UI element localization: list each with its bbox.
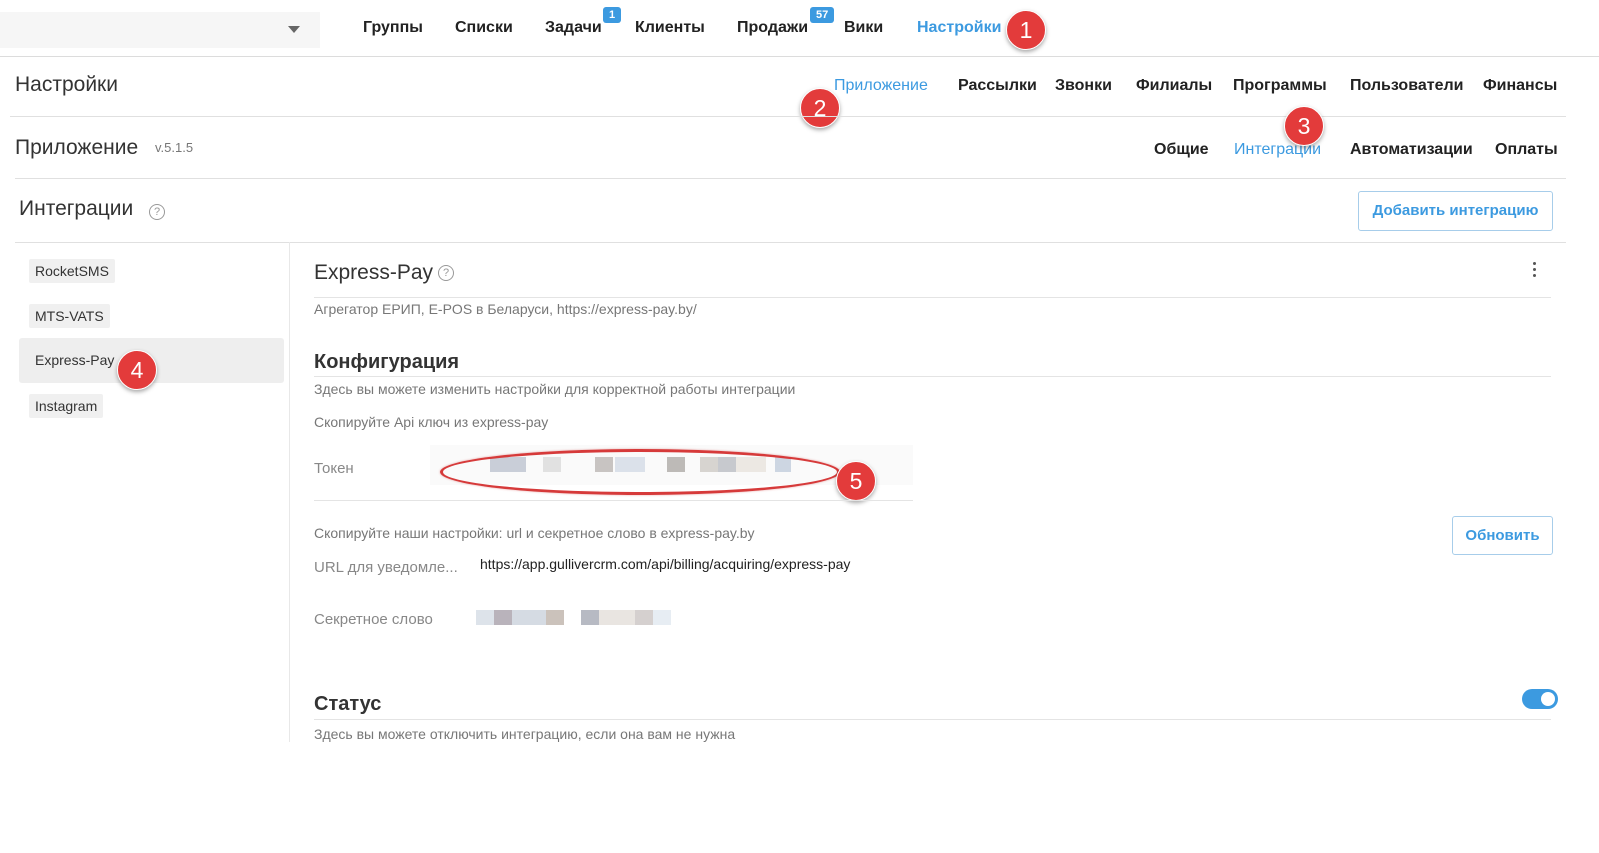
add-integration-button[interactable]: Добавить интеграцию (1358, 191, 1553, 231)
blurred-value (599, 610, 635, 625)
url-value[interactable]: https://app.gullivercrm.com/api/billing/… (480, 556, 850, 572)
panel-divider (289, 242, 290, 742)
subnav-finance[interactable]: Финансы (1483, 77, 1557, 95)
config-title: Конфигурация (314, 351, 460, 373)
divider (15, 242, 1566, 243)
refresh-button[interactable]: Обновить (1452, 516, 1553, 555)
divider (314, 719, 1551, 720)
blurred-value (581, 610, 599, 625)
integration-item-mts-vats[interactable]: MTS-VATS (29, 304, 110, 328)
tab-payments[interactable]: Оплаты (1495, 141, 1558, 159)
url-label: URL для уведомле... (314, 559, 458, 576)
subnav-branches[interactable]: Филиалы (1136, 77, 1212, 95)
section-title: Приложение (15, 136, 139, 159)
tab-general[interactable]: Общие (1154, 141, 1209, 159)
annotation-marker-3: 3 (1284, 106, 1324, 146)
version-label: v.5.1.5 (155, 140, 194, 155)
nav-sales[interactable]: Продажи (737, 19, 808, 37)
annotation-highlight-oval (440, 449, 840, 495)
integration-item-instagram[interactable]: Instagram (29, 394, 104, 418)
subnav-programs[interactable]: Программы (1233, 77, 1327, 95)
page-title: Настройки (15, 73, 118, 96)
blurred-value (635, 610, 653, 625)
integration-title: Express-Pay (314, 261, 434, 284)
blurred-value (546, 610, 564, 625)
blurred-value (512, 610, 546, 625)
nav-tasks[interactable]: Задачи (545, 19, 602, 37)
help-icon[interactable]: ? (149, 204, 165, 220)
secret-word-label: Секретное слово (314, 611, 433, 628)
chevron-down-icon[interactable] (288, 26, 300, 33)
subnav-mailings[interactable]: Рассылки (958, 77, 1037, 95)
integration-item-express-pay[interactable]: Express-Pay (29, 348, 120, 372)
config-subtitle: Здесь вы можете изменить настройки для к… (314, 381, 796, 397)
blurred-value (476, 610, 494, 625)
tab-automations[interactable]: Автоматизации (1350, 141, 1473, 159)
token-label: Токен (314, 460, 354, 477)
blurred-value (494, 610, 512, 625)
annotation-marker-2: 2 (800, 88, 840, 128)
annotation-marker-1: 1 (1006, 10, 1046, 50)
subnav-users[interactable]: Пользователи (1350, 77, 1463, 95)
nav-groups[interactable]: Группы (363, 19, 423, 37)
divider (10, 116, 1566, 117)
secret-word-value[interactable] (476, 609, 672, 626)
annotation-marker-4: 4 (117, 350, 157, 390)
nav-clients[interactable]: Клиенты (635, 19, 705, 37)
integrations-title: Интеграции (19, 197, 134, 220)
nav-settings[interactable]: Настройки (917, 19, 1001, 37)
subnav-application[interactable]: Приложение (834, 77, 928, 95)
nav-wiki[interactable]: Вики (844, 19, 883, 37)
toggle-knob (1541, 692, 1555, 706)
more-options-icon[interactable] (1531, 262, 1537, 278)
divider (314, 500, 913, 501)
tasks-count-badge: 1 (603, 7, 622, 23)
status-toggle[interactable] (1522, 689, 1558, 709)
status-title: Статус (314, 693, 382, 715)
divider (314, 376, 1551, 377)
subnav-calls[interactable]: Звонки (1055, 77, 1112, 95)
settings-copy-hint: Скопируйте наши настройки: url и секретн… (314, 525, 755, 541)
sales-count-badge: 57 (810, 7, 835, 23)
blurred-value (653, 610, 671, 625)
divider (15, 178, 1566, 179)
workspace-selector[interactable] (0, 12, 320, 48)
integration-description: Агрегатор ЕРИП, E-POS в Беларуси, https:… (314, 301, 697, 317)
api-key-hint: Скопируйте Api ключ из express-pay (314, 414, 549, 430)
nav-lists[interactable]: Списки (455, 19, 513, 37)
divider (314, 297, 1551, 298)
status-subtitle: Здесь вы можете отключить интеграцию, ес… (314, 726, 736, 742)
help-icon[interactable]: ? (438, 265, 454, 281)
annotation-marker-5: 5 (836, 461, 876, 501)
integration-item-rocketsms[interactable]: RocketSMS (29, 259, 115, 283)
